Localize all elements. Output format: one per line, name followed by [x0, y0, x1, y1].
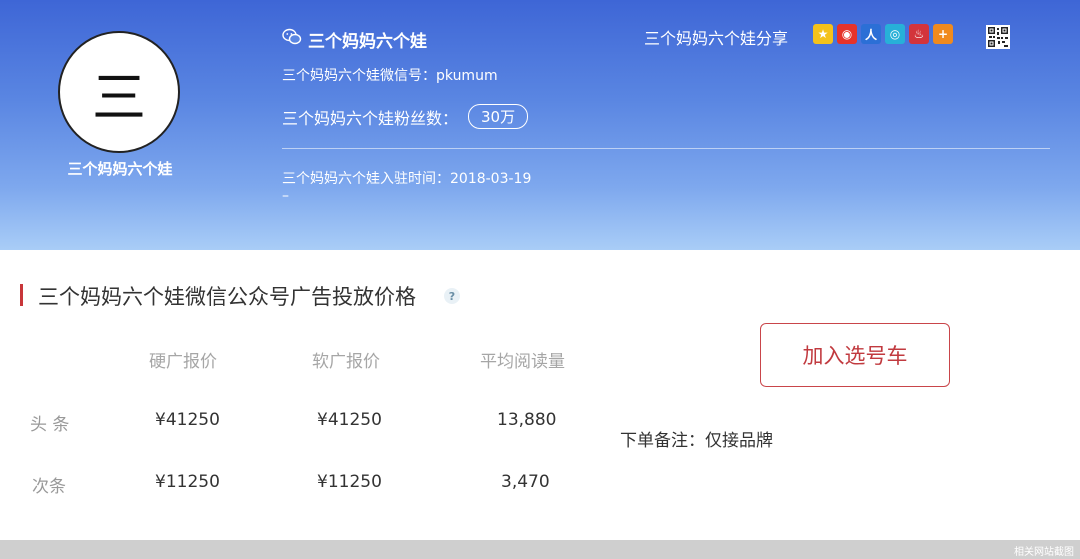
- more-share-icon[interactable]: +: [933, 24, 953, 44]
- weibo-icon[interactable]: ◉: [837, 24, 857, 44]
- avatar: 三: [58, 31, 180, 153]
- tencent-weibo-icon[interactable]: ◎: [885, 24, 905, 44]
- help-icon[interactable]: ?: [444, 288, 460, 304]
- fans-badge: 30万: [468, 104, 529, 129]
- table-cell: ¥41250: [155, 410, 220, 430]
- fans-count-row: 三个妈妈六个娃粉丝数： 30万: [282, 104, 529, 129]
- table-cell: 13,880: [497, 410, 557, 430]
- qr-code-icon[interactable]: [986, 25, 1010, 49]
- fans-label: 三个妈妈六个娃粉丝数：: [282, 108, 459, 128]
- join-date: 三个妈妈六个娃入驻时间：2018-03-19: [282, 171, 532, 187]
- row-label-headline: 头 条: [30, 415, 70, 435]
- row-label-secondary: 次条: [32, 477, 66, 497]
- avatar-caption: 三个妈妈六个娃: [67, 160, 173, 178]
- table-cell: ¥11250: [155, 472, 220, 492]
- header-hard-ad-price: 硬广报价: [149, 352, 217, 372]
- wechat-icon: [282, 28, 302, 45]
- profile-header: 三 三个妈妈六个娃 三个妈妈六个娃 三个妈妈六个娃微信号：pkumum 三个妈妈…: [0, 0, 1080, 250]
- order-remark: 下单备注：仅接品牌: [620, 431, 773, 451]
- add-to-cart-button[interactable]: 加入选号车: [760, 323, 950, 387]
- wechat-id: 三个妈妈六个娃微信号：pkumum: [282, 68, 498, 84]
- table-cell: ¥41250: [317, 410, 382, 430]
- divider: [282, 148, 1050, 149]
- douban-icon[interactable]: ♨: [909, 24, 929, 44]
- dash-placeholder: –: [282, 188, 289, 204]
- header-soft-ad-price: 软广报价: [312, 352, 380, 372]
- table-cell: 3,470: [501, 472, 550, 492]
- renren-icon[interactable]: 人: [861, 24, 881, 44]
- share-icons: ★ ◉ 人 ◎ ♨ +: [813, 24, 953, 44]
- section-accent-bar: [20, 284, 23, 306]
- qzone-icon[interactable]: ★: [813, 24, 833, 44]
- bottom-bar: [0, 540, 1080, 559]
- watermark: 相关网站截图: [1014, 547, 1074, 558]
- section-title: 三个妈妈六个娃微信公众号广告投放价格: [38, 285, 416, 309]
- table-cell: ¥11250: [317, 472, 382, 492]
- share-label: 三个妈妈六个娃分享: [644, 29, 789, 48]
- account-name: 三个妈妈六个娃: [308, 32, 427, 52]
- header-avg-reads: 平均阅读量: [480, 352, 565, 372]
